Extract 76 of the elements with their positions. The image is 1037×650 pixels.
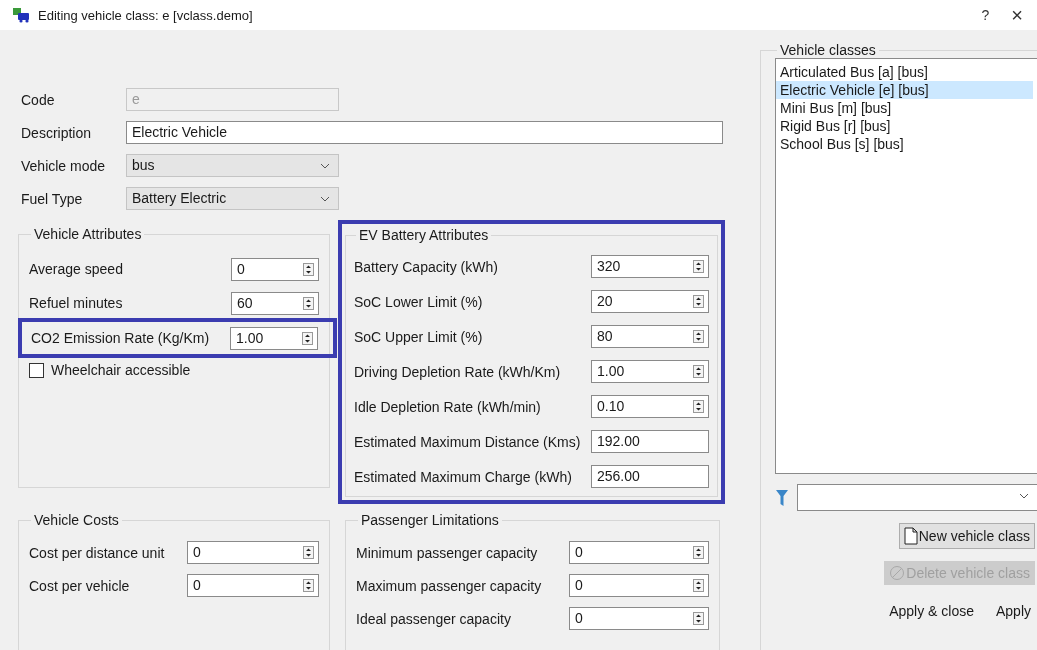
list-item[interactable]: School Bus [s] [bus] (776, 135, 1033, 153)
spin-arrows-icon (693, 400, 704, 413)
list-item[interactable]: Articulated Bus [a] [bus] (776, 63, 1033, 81)
field-label: Cost per distance unit (29, 544, 166, 561)
spin-field[interactable]: 60 (231, 291, 319, 315)
group-title: EV Battery Attributes (358, 227, 490, 243)
caret-icon (1019, 493, 1029, 499)
field-label: Estimated Maximum Charge (kWh) (354, 468, 573, 485)
spin-arrows-icon (303, 579, 314, 592)
checkbox-label: Wheelchair accessible (51, 362, 191, 378)
spin-field[interactable]: 1.00 (591, 360, 709, 383)
close-button[interactable]: × (1001, 3, 1033, 27)
field-label: CO2 Emission Rate (Kg/Km) (31, 330, 211, 346)
field-label: Cost per vehicle (29, 577, 131, 594)
spin-field[interactable]: 0 (187, 541, 319, 564)
spin-arrows-icon (693, 546, 704, 559)
dropdown[interactable]: Battery Electric (126, 187, 339, 210)
group-title: Vehicle Attributes (33, 226, 143, 242)
spin-field[interactable]: 0 (569, 541, 709, 564)
help-button[interactable]: ? (971, 7, 1000, 23)
spin-field[interactable]: 1.00 (230, 326, 318, 350)
spin-field[interactable]: 0 (569, 607, 709, 630)
field-label: Fuel Type (20, 190, 84, 207)
spin-field[interactable]: 0 (187, 574, 319, 597)
field-label: Estimated Maximum Distance (Kms) (354, 433, 582, 450)
spin-field[interactable]: 0.10 (591, 395, 709, 418)
field-label: Maximum passenger capacity (356, 577, 543, 594)
field-label: Idle Depletion Rate (kWh/min) (354, 398, 542, 415)
spin-field[interactable]: 0 (569, 574, 709, 597)
text-field[interactable]: 192.00 (591, 430, 709, 453)
field-label: Refuel minutes (29, 295, 124, 311)
spin-arrows-icon (693, 579, 704, 592)
app-icon (12, 7, 30, 23)
field-label: Description (20, 124, 93, 141)
field-label: Battery Capacity (kWh) (354, 258, 499, 275)
spin-arrows-icon (303, 296, 314, 310)
new-button[interactable]: New vehicle class (898, 523, 1035, 549)
spin-field[interactable]: 0 (231, 257, 319, 281)
spin-arrows-icon (303, 546, 314, 559)
field-label: Vehicle mode (20, 157, 107, 174)
field-label: Average speed (29, 261, 124, 277)
field-label: Driving Depletion Rate (kWh/Km) (354, 363, 562, 380)
list-item[interactable]: Electric Vehicle [e] [bus] (776, 81, 1033, 99)
dropdown[interactable]: bus (126, 154, 339, 177)
apply-button[interactable]: Apply (995, 603, 1031, 619)
document-icon (903, 527, 918, 545)
caret-icon (320, 196, 330, 202)
window-title: Editing vehicle class: e [vclass.demo] (38, 7, 254, 23)
spin-arrows-icon (303, 262, 314, 276)
apply-close-button[interactable]: Apply & close (889, 603, 974, 619)
spin-arrows-icon (693, 612, 704, 625)
spin-field[interactable]: 20 (591, 290, 709, 313)
spin-field[interactable]: 80 (591, 325, 709, 348)
field-label: SoC Lower Limit (%) (354, 293, 484, 310)
group-title: Vehicle Costs (33, 512, 120, 528)
field-label: Code (20, 91, 56, 108)
prohibited-icon (889, 565, 906, 581)
filter-dropdown[interactable] (797, 484, 1037, 511)
spin-arrows-icon (302, 331, 313, 345)
group-title: Vehicle classes (779, 42, 877, 58)
field-label: Minimum passenger capacity (356, 544, 539, 561)
spin-arrows-icon (693, 365, 704, 378)
field-label: Ideal passenger capacity (356, 610, 512, 627)
caret-icon (320, 163, 330, 169)
filter-icon (775, 488, 789, 507)
group-title: Passenger Limitations (360, 512, 500, 528)
spin-arrows-icon (693, 295, 704, 308)
spin-arrows-icon (693, 260, 704, 273)
spin-arrows-icon (693, 330, 704, 343)
field-label: SoC Upper Limit (%) (354, 328, 484, 345)
list-item[interactable]: Rigid Bus [r] [bus] (776, 117, 1033, 135)
text-field[interactable]: 256.00 (591, 465, 709, 488)
checkbox[interactable] (29, 362, 44, 378)
list-item[interactable]: Mini Bus [m] [bus] (776, 99, 1033, 117)
spin-field[interactable]: 320 (591, 255, 709, 278)
text-field[interactable]: Electric Vehicle (126, 121, 723, 144)
